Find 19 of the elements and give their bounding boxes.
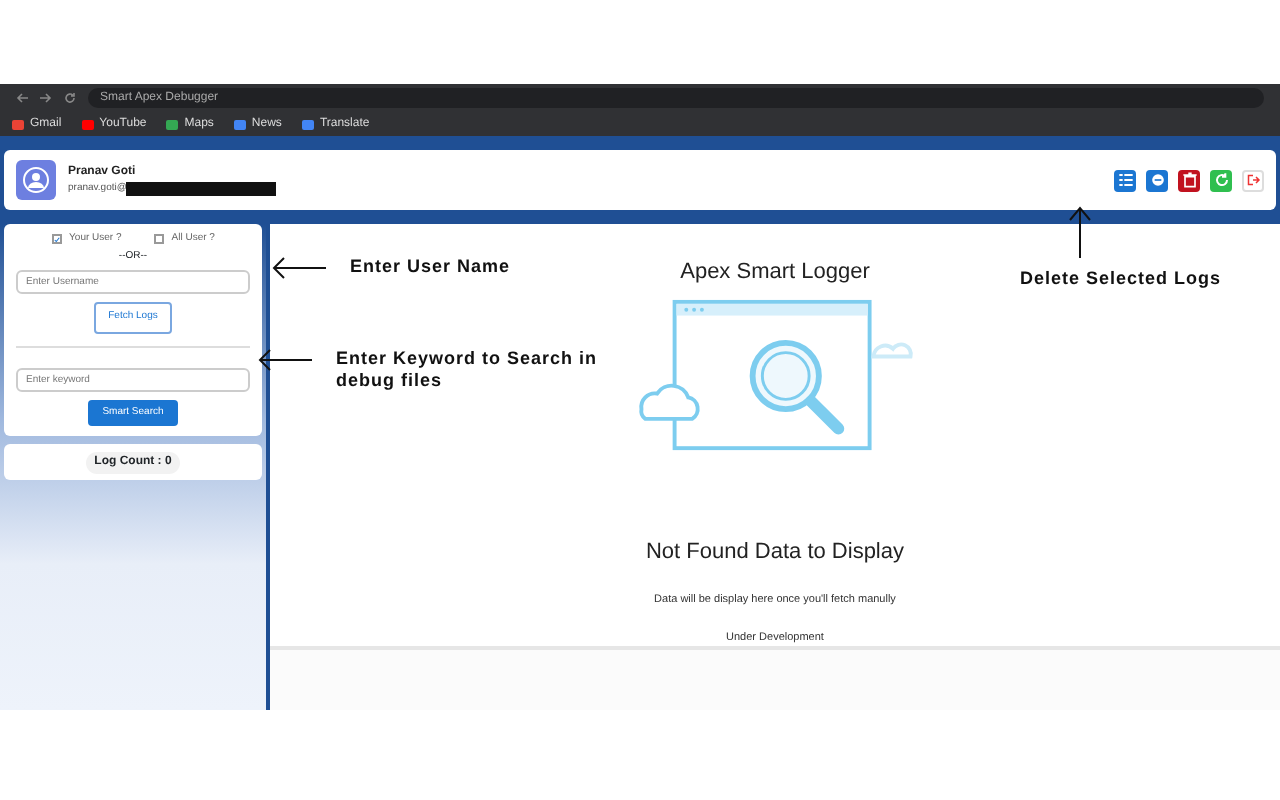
back-icon[interactable] bbox=[16, 92, 28, 104]
reload-icon[interactable] bbox=[64, 92, 76, 104]
forward-icon[interactable] bbox=[40, 92, 52, 104]
annotation-text: Delete Selected Logs bbox=[1020, 268, 1222, 290]
minus-button[interactable] bbox=[1146, 169, 1168, 191]
refresh-button[interactable] bbox=[1210, 169, 1232, 191]
annotation-text: Enter Keyword to Search in debug files bbox=[336, 348, 600, 392]
logout-button[interactable] bbox=[1242, 169, 1264, 191]
checkbox[interactable] bbox=[153, 234, 164, 245]
delete-button[interactable] bbox=[1178, 169, 1200, 191]
arrow-icon bbox=[1066, 204, 1095, 260]
checkbox[interactable] bbox=[51, 234, 62, 245]
empty-state-title: Not Found Data to Display bbox=[645, 538, 904, 568]
arrow-icon bbox=[270, 256, 330, 280]
list-button[interactable] bbox=[1114, 169, 1136, 191]
arrow-icon bbox=[256, 348, 316, 372]
app-title: Apex Smart Logger bbox=[680, 258, 870, 288]
avatar-icon bbox=[16, 160, 56, 200]
annotation-text: Enter User Name bbox=[350, 256, 511, 278]
